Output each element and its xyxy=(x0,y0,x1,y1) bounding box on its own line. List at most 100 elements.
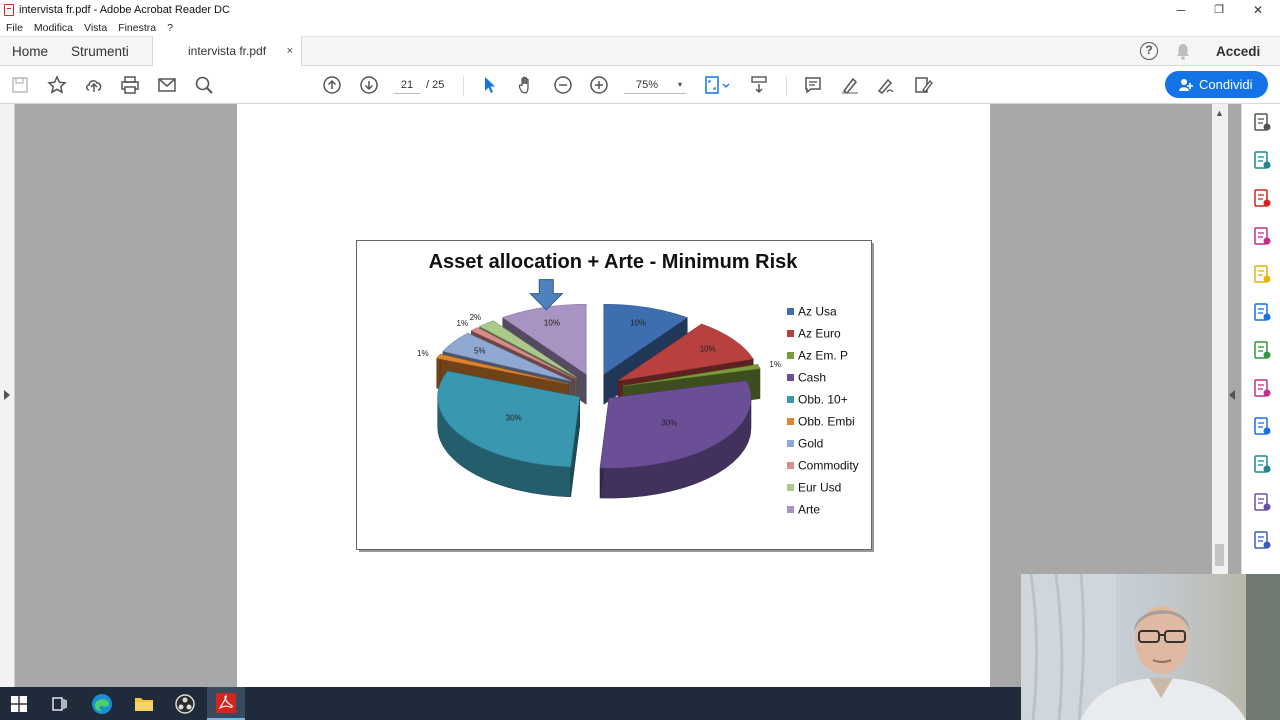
data-label: 1% xyxy=(769,360,781,369)
menu-vista[interactable]: Vista xyxy=(84,22,107,34)
minimize-button[interactable]: ─ xyxy=(1161,0,1201,19)
export-pdf-icon[interactable] xyxy=(1252,150,1272,170)
help-icon[interactable]: ? xyxy=(1140,42,1158,60)
next-page-icon[interactable] xyxy=(358,74,380,96)
page-total: / 25 xyxy=(426,79,445,91)
create-pdf-icon[interactable] xyxy=(1252,188,1272,208)
save-icon[interactable] xyxy=(9,74,31,96)
data-label: 30% xyxy=(506,414,522,423)
edit-text-icon[interactable] xyxy=(912,74,934,96)
combine-files-icon[interactable] xyxy=(1252,302,1272,322)
protect-icon[interactable] xyxy=(1252,416,1272,436)
expand-left-panel-icon[interactable] xyxy=(4,390,10,400)
menu-file[interactable]: File xyxy=(6,22,23,34)
share-button[interactable]: Condividi xyxy=(1165,71,1268,98)
tab-tools[interactable]: Strumenti xyxy=(71,37,129,66)
presenter-video-frame xyxy=(1021,574,1280,720)
windows-start-icon[interactable] xyxy=(0,687,38,720)
tab-close-button[interactable]: × xyxy=(287,36,293,66)
collapse-right-panel-icon[interactable] xyxy=(1229,390,1235,400)
acrobat-reader-icon[interactable] xyxy=(207,687,245,720)
obs-studio-icon[interactable] xyxy=(166,687,204,720)
scrollbar-thumb[interactable] xyxy=(1215,544,1224,566)
legend-item: Obb. 10+ xyxy=(798,393,848,407)
search-icon[interactable] xyxy=(193,74,215,96)
legend-swatch xyxy=(787,506,794,513)
title-bar: intervista fr.pdf - Adobe Acrobat Reader… xyxy=(0,0,1280,19)
tab-document-label: intervista fr.pdf xyxy=(188,44,267,58)
scroll-up-icon[interactable]: ▲ xyxy=(1215,108,1224,118)
bookmark-star-icon[interactable] xyxy=(46,74,68,96)
legend-item: Obb. Embi xyxy=(798,415,855,429)
comment-icon[interactable] xyxy=(1252,264,1272,284)
pie-slice-cash xyxy=(599,380,752,499)
legend-swatch xyxy=(787,418,794,425)
restore-button[interactable]: ❐ xyxy=(1199,0,1239,19)
send-for-review-icon[interactable] xyxy=(1252,454,1272,474)
legend-item: Arte xyxy=(798,503,820,517)
data-label: 5% xyxy=(474,346,486,355)
zoom-in-icon[interactable] xyxy=(588,74,610,96)
main-toolbar: 21 / 25 75% ▾ Condividi xyxy=(0,66,1280,104)
select-cursor-icon[interactable] xyxy=(478,74,500,96)
fill-sign-icon[interactable] xyxy=(1252,378,1272,398)
right-tools-rail xyxy=(1241,104,1280,574)
request-signature-icon[interactable] xyxy=(1252,492,1272,512)
data-label: 2% xyxy=(470,313,482,322)
legend-item: Az Euro xyxy=(798,327,841,341)
legend-item: Commodity xyxy=(798,459,859,473)
menu-finestra[interactable]: Finestra xyxy=(118,22,156,34)
scroll-mode-icon[interactable] xyxy=(748,74,770,96)
close-window-button[interactable]: ✕ xyxy=(1238,0,1278,19)
share-button-label: Condividi xyxy=(1199,77,1253,92)
zoom-value: 75% xyxy=(636,79,659,91)
zoom-out-icon[interactable] xyxy=(552,74,574,96)
notifications-bell-icon[interactable] xyxy=(1175,43,1191,60)
data-label: 10% xyxy=(700,345,716,354)
page-number-input[interactable]: 21 xyxy=(394,76,420,94)
print-icon[interactable] xyxy=(119,74,141,96)
menu-modifica[interactable]: Modifica xyxy=(34,22,73,34)
legend-swatch xyxy=(787,330,794,337)
upload-cloud-icon[interactable] xyxy=(83,74,105,96)
legend-swatch xyxy=(787,308,794,315)
toolbar-separator xyxy=(463,76,464,96)
zoom-level-select[interactable]: 75% ▾ xyxy=(624,76,686,94)
email-icon[interactable] xyxy=(156,74,178,96)
tab-home[interactable]: Home xyxy=(12,37,48,66)
fit-page-icon[interactable] xyxy=(702,74,732,96)
sign-in-button[interactable]: Accedi xyxy=(1216,37,1260,66)
menu-bar: File Modifica Vista Finestra ? xyxy=(0,19,1280,36)
legend-swatch xyxy=(787,396,794,403)
task-view-icon[interactable] xyxy=(40,687,78,720)
draw-sign-icon[interactable] xyxy=(875,74,897,96)
zoom-tool-icon[interactable] xyxy=(1252,112,1272,132)
windows-taskbar xyxy=(0,687,1021,720)
organize-pages-icon[interactable] xyxy=(1252,226,1272,246)
legend-item: Az Em. P xyxy=(798,349,848,363)
legend-swatch xyxy=(787,374,794,381)
legend-item: Gold xyxy=(798,437,823,451)
left-panel-toggle[interactable] xyxy=(0,104,15,687)
redact-icon[interactable] xyxy=(1252,530,1272,550)
legend-item: Az Usa xyxy=(798,305,837,319)
previous-page-icon[interactable] xyxy=(321,74,343,96)
legend-swatch xyxy=(787,352,794,359)
highlight-pen-icon[interactable] xyxy=(839,74,861,96)
edge-browser-icon[interactable] xyxy=(83,687,121,720)
file-explorer-icon[interactable] xyxy=(125,687,163,720)
toolbar-separator xyxy=(786,76,787,96)
comment-icon[interactable] xyxy=(802,74,824,96)
menu-help[interactable]: ? xyxy=(167,22,173,34)
hand-tool-icon[interactable] xyxy=(515,74,537,96)
data-label: 1% xyxy=(457,319,469,328)
webcam-video-overlay xyxy=(1021,574,1280,720)
data-label: 1% xyxy=(417,349,429,358)
legend-item: Eur Usd xyxy=(798,481,841,495)
vertical-scrollbar[interactable]: ▲ xyxy=(1212,104,1228,574)
tab-document[interactable]: intervista fr.pdf × xyxy=(152,36,302,67)
legend-swatch xyxy=(787,462,794,469)
add-user-icon xyxy=(1179,79,1193,91)
data-label: 30% xyxy=(661,419,677,428)
compress-icon[interactable] xyxy=(1252,340,1272,360)
